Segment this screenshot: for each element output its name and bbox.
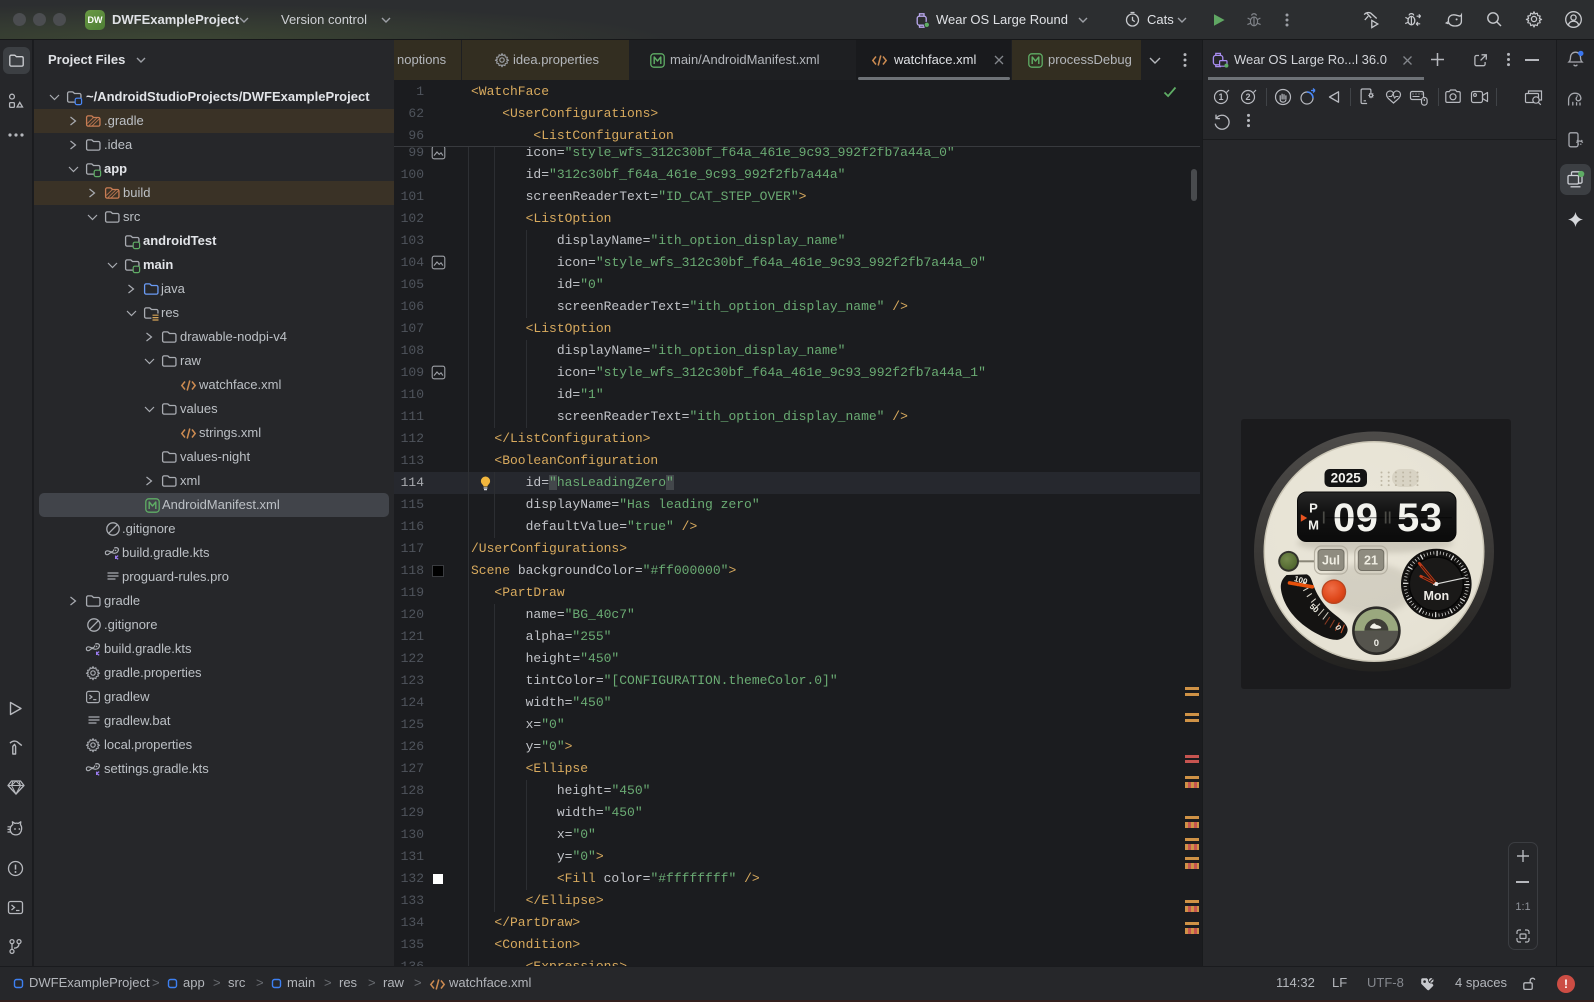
svg-text:1: 1 — [1218, 92, 1223, 102]
svg-text:Jul: Jul — [1322, 553, 1340, 567]
svg-text:2: 2 — [1245, 92, 1250, 102]
svg-text:M: M — [1308, 518, 1319, 533]
svg-text:Mon: Mon — [1423, 589, 1449, 603]
svg-text:21: 21 — [1364, 553, 1378, 567]
svg-text:2025: 2025 — [1331, 471, 1362, 486]
svg-text:P: P — [1309, 501, 1318, 516]
svg-text:0: 0 — [1374, 638, 1379, 649]
